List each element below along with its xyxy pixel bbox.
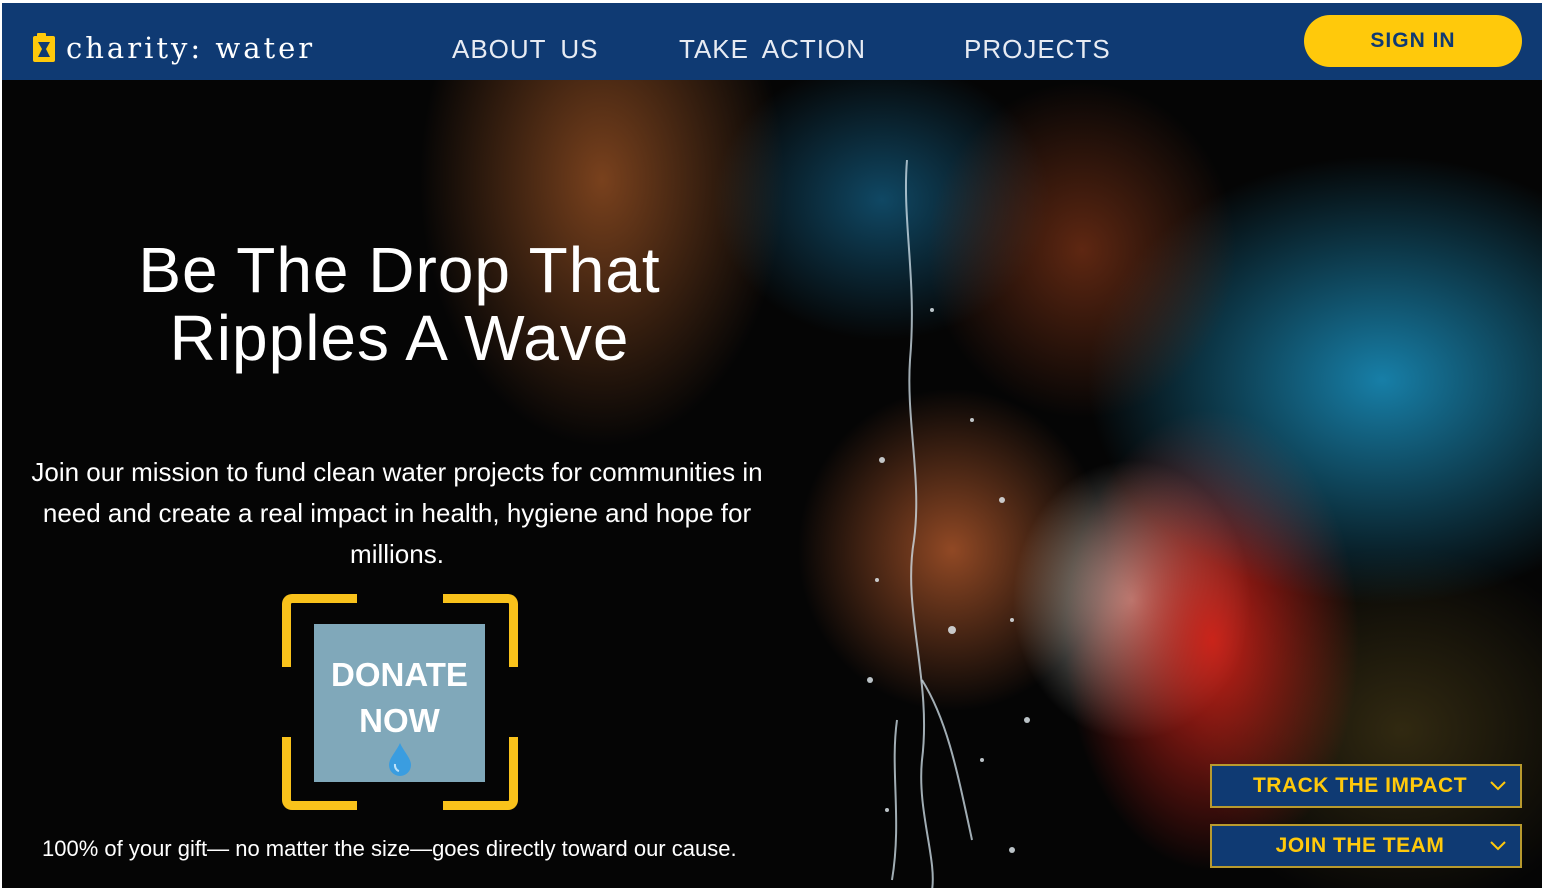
chevron-down-icon	[1490, 781, 1506, 791]
hero-section: Be The Drop That Ripples A Wave Join our…	[2, 80, 1542, 888]
nav-projects[interactable]: PROJECTS	[964, 34, 1111, 64]
dropdown-label: TRACK THE IMPACT	[1252, 774, 1468, 797]
brand-logo[interactable]: charity: water	[32, 33, 315, 63]
gift-note: 100% of your gift— no matter the size—go…	[42, 836, 737, 861]
jerrycan-icon	[33, 33, 55, 62]
chevron-down-icon	[1490, 841, 1506, 851]
sign-in-button[interactable]: SIGN IN	[1304, 15, 1522, 67]
donate-now-button[interactable]: DONATE NOW	[314, 624, 485, 782]
water-splash-image	[867, 160, 1030, 888]
hero-headline: Be The Drop That Ripples A Wave	[138, 234, 661, 374]
hero-subtext: Join our mission to fund clean water pro…	[31, 457, 763, 569]
join-the-team-dropdown[interactable]: JOIN THE TEAM	[1210, 824, 1522, 868]
donate-frame: DONATE NOW	[282, 594, 518, 810]
donate-label: DONATE NOW	[331, 656, 468, 739]
water-drop-icon	[389, 743, 411, 776]
dropdown-label: JOIN THE TEAM	[1275, 834, 1445, 857]
brand-name: charity: water	[66, 31, 316, 65]
nav-take-action[interactable]: TAKE ACTION	[679, 34, 866, 64]
top-navbar: charity: water ABOUT US TAKE ACTION PROJ…	[2, 3, 1542, 80]
track-the-impact-dropdown[interactable]: TRACK THE IMPACT	[1210, 764, 1522, 808]
page: charity: water ABOUT US TAKE ACTION PROJ…	[0, 0, 1546, 888]
nav-about-us[interactable]: ABOUT US	[452, 34, 598, 64]
